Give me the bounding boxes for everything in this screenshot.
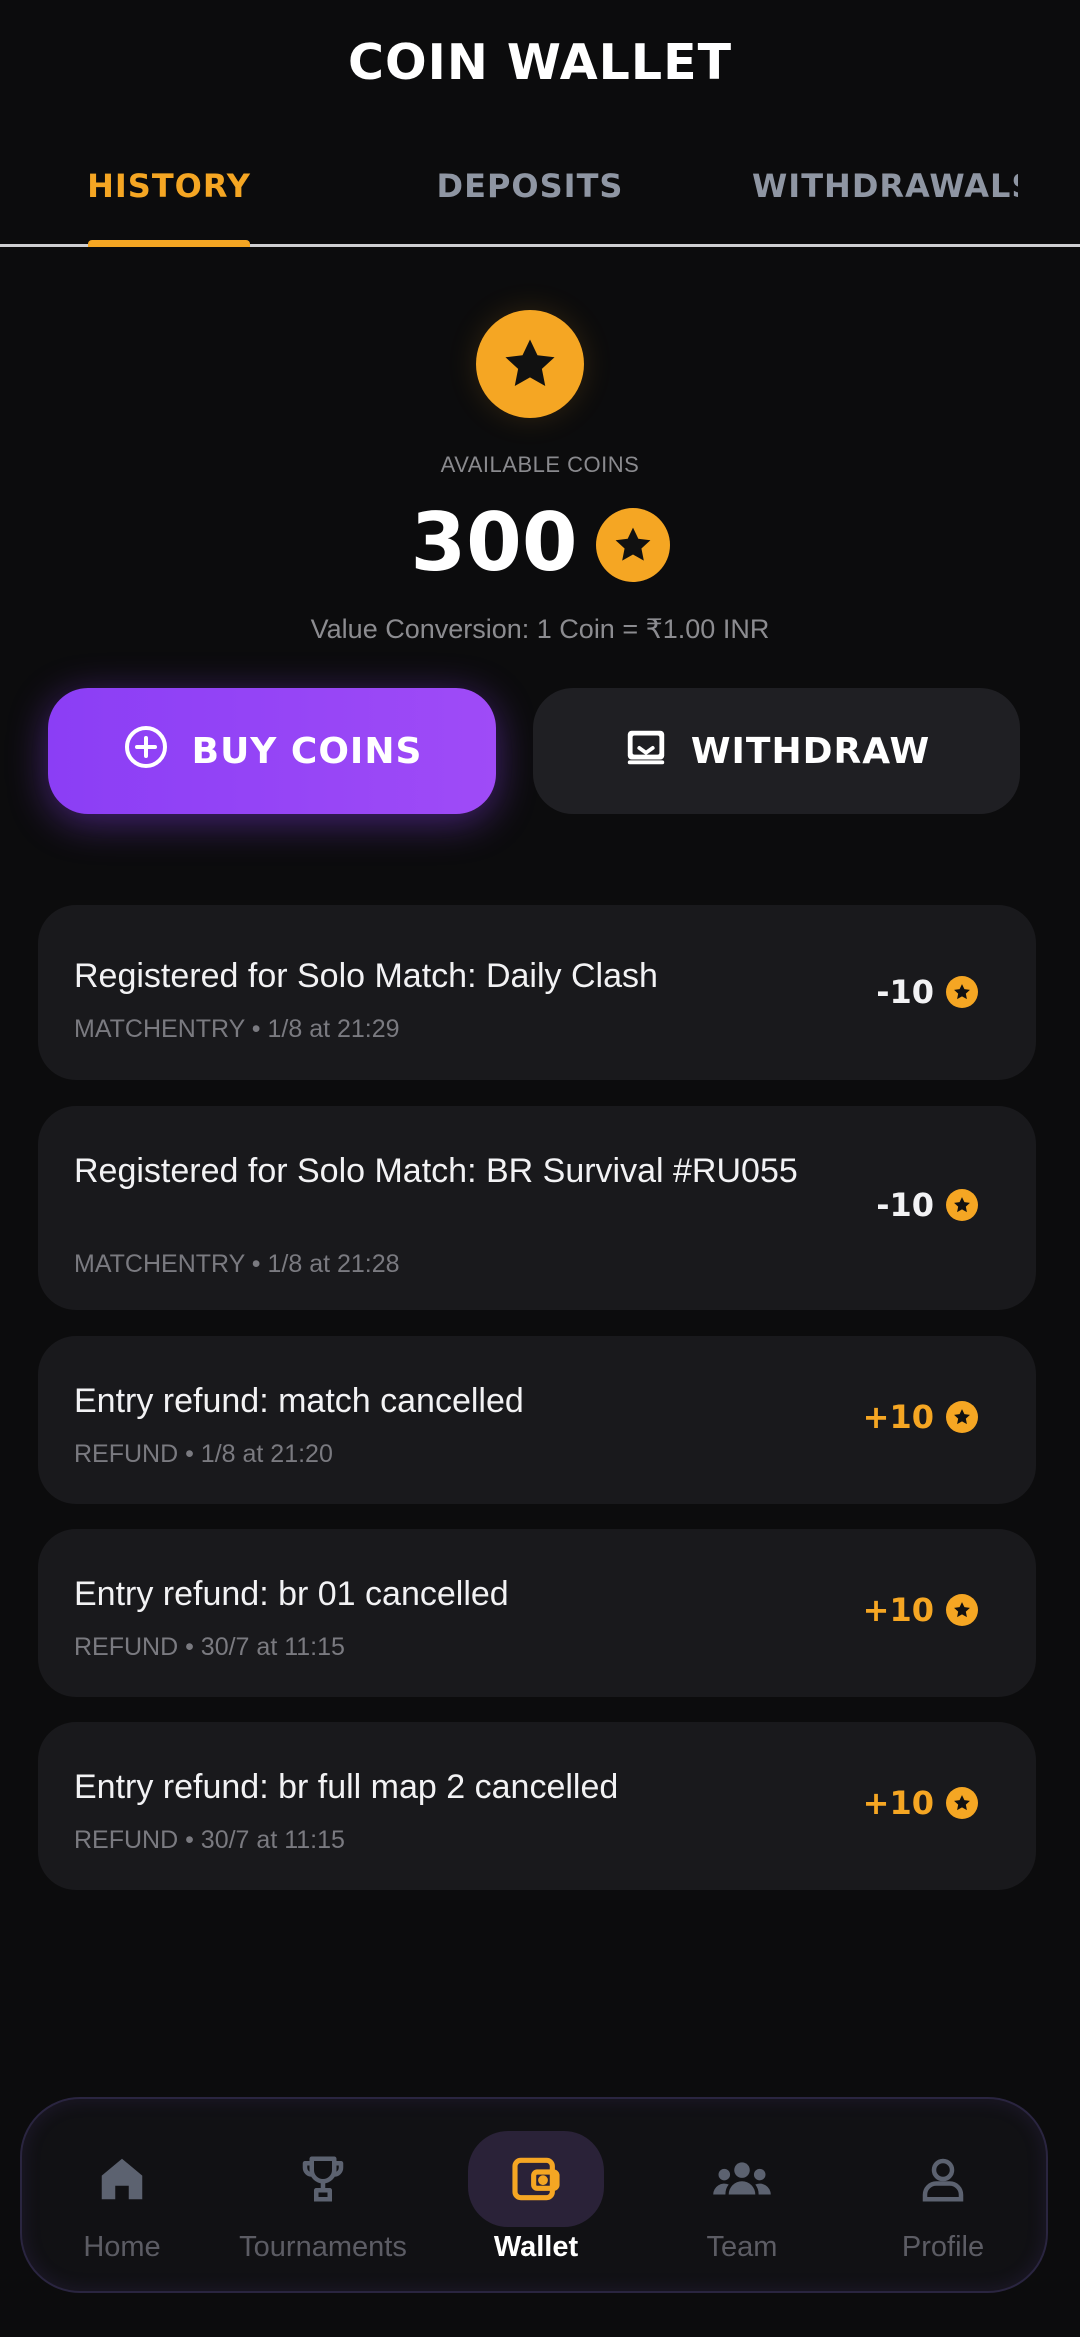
- balance-row: 300: [0, 492, 1080, 592]
- withdraw-button[interactable]: WITHDRAW: [533, 688, 1020, 814]
- tab-bar: HISTORY DEPOSITS WITHDRAWALS: [0, 125, 1080, 247]
- transaction-item[interactable]: Entry refund: br 01 cancelled REFUND • 3…: [38, 1529, 1036, 1697]
- withdraw-label: WITHDRAW: [690, 730, 931, 772]
- star-coin-icon: [946, 1401, 978, 1433]
- buy-coins-button[interactable]: BUY COINS: [48, 688, 496, 814]
- nav-team[interactable]: Team: [642, 2099, 842, 2295]
- plus-circle-icon: [122, 723, 170, 780]
- team-icon: [674, 2131, 810, 2227]
- transaction-amount: -10: [876, 973, 978, 1011]
- transaction-title: Entry refund: br full map 2 cancelled: [74, 1768, 619, 1806]
- transaction-title: Registered for Solo Match: BR Survival #…: [74, 1152, 798, 1190]
- star-coin-icon: [946, 1594, 978, 1626]
- nav-label: Profile: [901, 2230, 985, 2263]
- transaction-amount: +10: [863, 1591, 978, 1629]
- star-coin-icon: [946, 976, 978, 1008]
- transaction-amount: +10: [863, 1398, 978, 1436]
- transaction-item[interactable]: Entry refund: br full map 2 cancelled RE…: [38, 1722, 1036, 1890]
- nav-label: Wallet: [493, 2230, 579, 2263]
- nav-tournaments[interactable]: Tournaments: [223, 2099, 423, 2295]
- trophy-icon: [255, 2131, 391, 2227]
- page-title: COIN WALLET: [347, 34, 733, 91]
- conversion-rate: Value Conversion: 1 Coin = ₹1.00 INR: [310, 614, 770, 644]
- transaction-meta: MATCHENTRY • 1/8 at 21:28: [74, 1250, 400, 1278]
- coin-wallet-screen: COIN WALLET HISTORY DEPOSITS WITHDRAWALS…: [0, 0, 1080, 2337]
- star-coin-icon: [476, 310, 584, 418]
- tab-withdrawals[interactable]: WITHDRAWALS: [752, 125, 1018, 247]
- amount-value: -10: [876, 1186, 934, 1224]
- transaction-meta: MATCHENTRY • 1/8 at 21:29: [74, 1015, 400, 1043]
- home-icon: [54, 2131, 190, 2227]
- wallet-icon: [468, 2130, 604, 2227]
- transaction-item[interactable]: Registered for Solo Match: Daily Clash M…: [38, 905, 1036, 1080]
- tab-history[interactable]: HISTORY: [46, 125, 292, 247]
- nav-wallet[interactable]: Wallet: [436, 2099, 636, 2295]
- balance-value: 300: [410, 495, 578, 589]
- transaction-item[interactable]: Registered for Solo Match: BR Survival #…: [38, 1106, 1036, 1310]
- tab-deposits[interactable]: DEPOSITS: [410, 125, 650, 247]
- buy-coins-label: BUY COINS: [191, 730, 423, 772]
- transaction-meta: REFUND • 30/7 at 11:15: [74, 1633, 345, 1661]
- amount-value: +10: [862, 1398, 934, 1436]
- transaction-title: Registered for Solo Match: Daily Clash: [74, 957, 658, 995]
- coin-icon: [595, 508, 670, 582]
- star-coin-icon: [946, 1787, 978, 1819]
- withdraw-icon: [623, 724, 669, 779]
- nav-label: Team: [706, 2230, 778, 2263]
- header: COIN WALLET: [0, 0, 1080, 125]
- amount-value: +10: [862, 1784, 934, 1822]
- transaction-title: Entry refund: match cancelled: [74, 1382, 524, 1420]
- transaction-item[interactable]: Entry refund: match cancelled REFUND • 1…: [38, 1336, 1036, 1504]
- transaction-meta: REFUND • 1/8 at 21:20: [74, 1440, 333, 1468]
- profile-icon: [875, 2131, 1011, 2227]
- nav-label: Tournaments: [239, 2230, 407, 2263]
- nav-label: Home: [83, 2230, 161, 2263]
- active-tab-indicator: [88, 240, 250, 247]
- transaction-meta: REFUND • 30/7 at 11:15: [74, 1826, 345, 1854]
- amount-value: +10: [862, 1591, 934, 1629]
- transaction-amount: +10: [863, 1784, 978, 1822]
- bottom-nav: Home Tournaments Wallet Team Profile: [20, 2097, 1048, 2293]
- transaction-amount: -10: [876, 1186, 978, 1224]
- nav-home[interactable]: Home: [22, 2099, 222, 2295]
- available-coins-label: AVAILABLE COINS: [440, 452, 640, 477]
- nav-profile[interactable]: Profile: [843, 2099, 1043, 2295]
- star-coin-icon: [946, 1189, 978, 1221]
- transaction-title: Entry refund: br 01 cancelled: [74, 1575, 509, 1613]
- amount-value: -10: [876, 973, 934, 1011]
